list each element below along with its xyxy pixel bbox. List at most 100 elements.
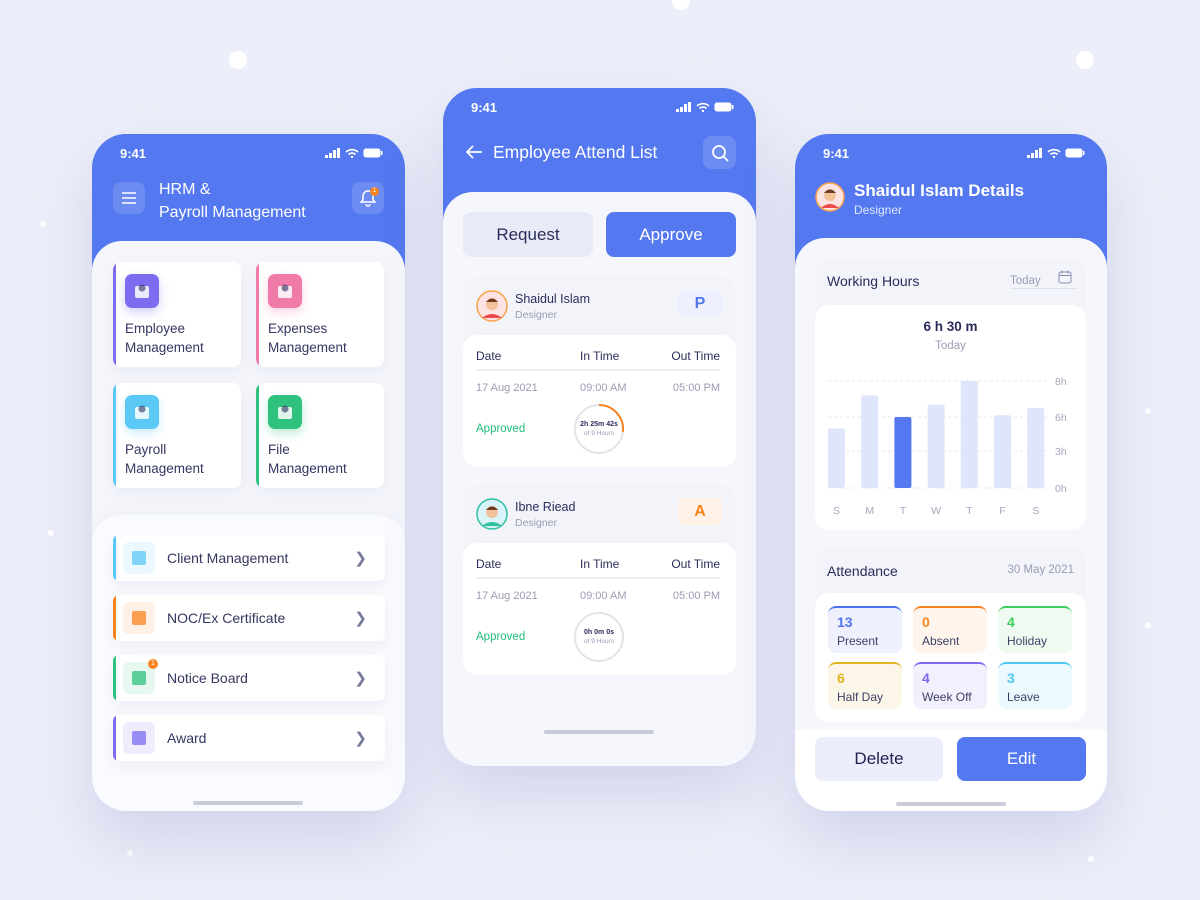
search-button[interactable] (703, 136, 736, 169)
stat-tile-half-day: 6 Half Day (828, 662, 902, 709)
total-hours: of 9 Hours (584, 430, 614, 437)
y-tick-label: 6h (1055, 412, 1067, 424)
in-time-header: In Time (580, 557, 620, 571)
status-icons (1027, 148, 1085, 158)
module-card-file[interactable]: File Management (256, 383, 384, 488)
content-sheet: Working Hours Today 6 h 30 m Today 0h 3h 6… (795, 238, 1107, 811)
menu-button[interactable] (113, 182, 145, 214)
module-card-employee[interactable]: Employee Management (113, 262, 241, 367)
menu-item-client[interactable]: Client Management ❯ (113, 535, 385, 581)
signal-icon (676, 102, 691, 112)
content-sheet: Request Approve Shaidul Islam Designer P… (443, 192, 756, 766)
bar-3[interactable] (927, 404, 945, 488)
divider (476, 577, 720, 579)
x-tick-label: F (999, 505, 1005, 517)
title-line-2: Payroll Management (159, 204, 306, 221)
decor-dot (1145, 408, 1151, 414)
stat-label: Holiday (1007, 634, 1048, 648)
x-tick-label: S (833, 505, 840, 517)
wifi-icon (345, 148, 359, 158)
approve-tab[interactable]: Approve (606, 212, 736, 257)
stat-tile-week-off: 4 Week Off (913, 662, 987, 709)
decor-dot (1076, 51, 1094, 69)
attendance-card[interactable]: Shaidul Islam Designer P Date In Time Ou… (463, 277, 736, 467)
search-icon (711, 144, 729, 162)
accent-bar (113, 535, 116, 581)
bar-4[interactable] (960, 381, 978, 488)
attendance-title: Attendance (827, 563, 898, 579)
stat-label: Leave (1007, 690, 1040, 704)
in-time-value: 09:00 AM (580, 590, 627, 602)
page-title: HRM & Payroll Management (159, 178, 306, 224)
battery-icon (363, 148, 383, 158)
employee-name: Ibne Riead (515, 500, 576, 514)
module-card-payroll[interactable]: Payroll Management (113, 383, 241, 488)
working-hours-card: Working Hours Today 6 h 30 m Today 0h 3h 6… (815, 259, 1086, 530)
date-value: 17 Aug 2021 (476, 382, 538, 394)
wifi-icon (1047, 148, 1061, 158)
module-card-expenses[interactable]: Expenses Management (256, 262, 384, 367)
menu-item-notice-board[interactable]: 1 Notice Board ❯ (113, 655, 385, 701)
menu-item-label: Client Management (167, 550, 289, 566)
out-time-value: 05:00 PM (672, 382, 720, 394)
request-tab[interactable]: Request (463, 212, 593, 257)
delete-button[interactable]: Delete (815, 737, 943, 781)
divider (476, 369, 720, 371)
accent-bar (113, 655, 116, 701)
expenses-icon (268, 274, 302, 308)
x-tick-label: T (966, 505, 973, 517)
battery-icon (714, 102, 734, 112)
module-label: Payroll Management (125, 442, 204, 476)
employee-role: Designer (854, 203, 903, 217)
bar-5[interactable] (994, 415, 1011, 488)
battery-icon (1065, 148, 1085, 158)
menu-item-award[interactable]: Award ❯ (113, 715, 385, 761)
file-icon (268, 395, 302, 429)
award-icon (123, 722, 155, 754)
x-tick-label: W (931, 505, 941, 517)
stat-label: Week Off (922, 690, 972, 704)
decor-dot (127, 850, 133, 856)
stat-value: 6 (837, 670, 845, 686)
stat-tile-holiday: 4 Holiday (998, 606, 1072, 653)
hrm-phone: 9:41 HRM & Payroll Management 1 Employee… (92, 134, 405, 811)
accent-bar (113, 715, 116, 761)
elapsed-time: 0h 0m 0s (584, 629, 614, 636)
bar-0[interactable] (828, 428, 845, 488)
out-time-header: Out Time (671, 349, 720, 363)
home-indicator (544, 730, 654, 734)
menu-item-label: Notice Board (167, 670, 248, 686)
edit-button[interactable]: Edit (957, 737, 1086, 781)
decor-dot (40, 221, 46, 227)
approval-status: Approved (476, 423, 526, 435)
employee-role: Designer (515, 517, 558, 529)
hamburger-icon (122, 192, 136, 204)
stat-tile-present: 13 Present (828, 606, 902, 653)
content-sheet: Employee Management Expenses Management Pa… (92, 241, 405, 811)
back-arrow-icon[interactable] (465, 144, 483, 160)
bar-1[interactable] (861, 395, 879, 488)
menu-item-certificate[interactable]: NOC/Ex Certificate ❯ (113, 595, 385, 641)
attendance-card[interactable]: Ibne Riead Designer A Date In Time Out T… (463, 485, 736, 675)
stat-tile-absent: 0 Absent (913, 606, 987, 653)
bar-2[interactable] (894, 417, 912, 488)
y-tick-label: 8h (1055, 376, 1067, 388)
employee-icon (125, 274, 159, 308)
status-icons (325, 148, 383, 158)
menu-item-label: Award (167, 730, 207, 746)
in-time-header: In Time (580, 349, 620, 363)
decor-dot (229, 51, 247, 69)
title-line-1: HRM & (159, 181, 211, 198)
bar-6[interactable] (1027, 408, 1045, 488)
out-time-value: 05:00 PM (672, 590, 720, 602)
page-title: Employee Attend List (493, 142, 658, 162)
working-hours-chart: 0h 3h 6h 8h S M T W T F S (828, 376, 1067, 517)
notification-badge: 1 (370, 187, 379, 196)
notification-button[interactable]: 1 (352, 182, 384, 214)
stat-label: Half Day (837, 690, 884, 704)
status-time: 9:41 (120, 146, 147, 161)
employee-name: Shaidul Islam Details (854, 181, 1025, 200)
attend-phone: 9:41 Employee Attend List Request Approv… (443, 88, 756, 766)
signal-icon (1027, 148, 1042, 158)
date-value: 17 Aug 2021 (476, 590, 538, 602)
